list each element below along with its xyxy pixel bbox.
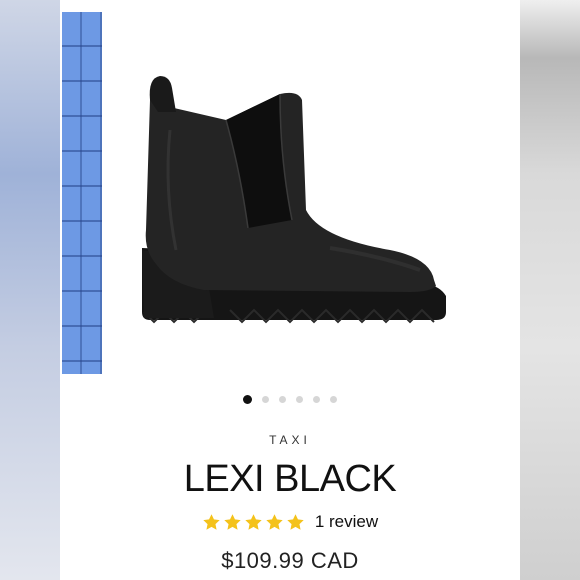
product-rating[interactable]: 1 review — [60, 512, 520, 532]
carousel-dot-6[interactable] — [330, 396, 337, 403]
product-price: $109.99 CAD — [221, 548, 359, 573]
carousel-dot-3[interactable] — [279, 396, 286, 403]
carousel-dot-2[interactable] — [262, 396, 269, 403]
product-image-boot[interactable] — [130, 60, 460, 340]
product-title: LEXI BLACK — [183, 458, 397, 500]
left-background-edge — [0, 0, 60, 580]
star-icon — [245, 513, 262, 530]
product-page: TAXI LEXI BLACK 1 review $109.99 CAD — [60, 0, 520, 580]
carousel-dot-5[interactable] — [313, 396, 320, 403]
star-rating — [202, 513, 305, 532]
product-brand[interactable]: TAXI — [60, 433, 520, 447]
right-background-edge — [520, 0, 580, 580]
star-icon — [224, 513, 241, 530]
carousel-dot-1[interactable] — [243, 395, 252, 404]
adjacent-image-preview[interactable] — [62, 12, 102, 374]
review-count-link[interactable]: 1 review — [315, 512, 378, 532]
star-icon — [203, 513, 220, 530]
star-icon — [266, 513, 283, 530]
product-image-carousel[interactable] — [60, 0, 520, 380]
carousel-pagination — [60, 395, 520, 404]
carousel-dot-4[interactable] — [296, 396, 303, 403]
star-icon — [287, 513, 304, 530]
